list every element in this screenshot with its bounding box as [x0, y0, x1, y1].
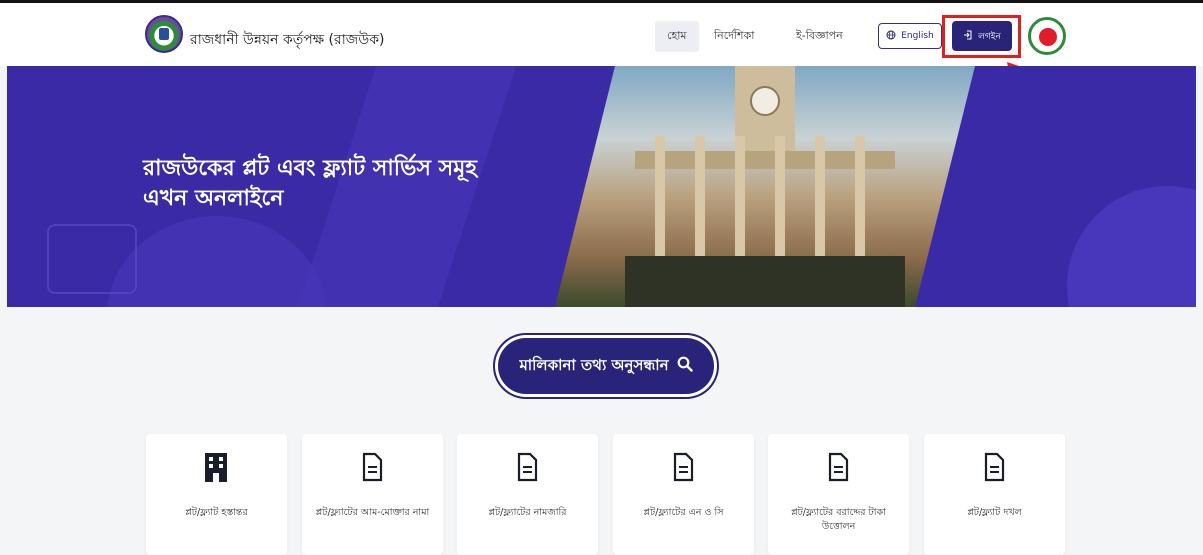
ownership-search-label: মালিকানা তথ্য অনুসন্ধান	[519, 355, 669, 374]
service-card-mutation[interactable]: প্লট/ফ্ল্যাটের নামজারি	[457, 434, 598, 555]
service-label: প্লট/ফ্ল্যাটের এন ও সি	[643, 507, 724, 518]
nav-home[interactable]: হোম	[655, 21, 699, 52]
service-card-plot-transfer[interactable]: প্লট/ফ্ল্যাট হস্তান্তর	[146, 434, 287, 555]
hero-title-line2: এখন অনলাইনে	[143, 186, 284, 211]
hero-banner: রাজউকের প্লট এবং ফ্ল্যাট সার্ভিস সমূহ এখ…	[7, 66, 1196, 307]
login-highlight-annotation	[942, 15, 1021, 58]
english-label: English	[901, 31, 934, 41]
language-english-button[interactable]: English	[878, 23, 942, 49]
rajuk-logo[interactable]	[145, 15, 183, 53]
building-icon	[203, 452, 229, 482]
nav-guidelines[interactable]: নির্দেশিকা	[714, 27, 754, 46]
document-icon	[514, 452, 540, 482]
hero-decor-blob	[107, 216, 327, 307]
rajuk-building-image	[555, 66, 975, 307]
document-icon	[670, 452, 696, 482]
monitor-cursor-icon	[47, 224, 137, 294]
service-card-possession[interactable]: প্লট/ফ্ল্যাট দখল	[924, 434, 1065, 555]
service-label: প্লট/ফ্ল্যাটের আম-মোক্তার নামা	[315, 507, 430, 518]
service-label: প্লট/ফ্ল্যাট দখল	[967, 507, 1022, 518]
service-label: প্লট/ফ্ল্যাটের নামজারি	[488, 507, 567, 518]
search-icon	[677, 356, 693, 376]
document-icon	[825, 452, 851, 482]
bangladesh-govt-emblem	[1028, 17, 1066, 55]
header: রাজধানী উন্নয়ন কর্তৃপক্ষ (রাজউক) হোম নি…	[0, 3, 1203, 66]
hero-decor-blob-right	[1067, 186, 1196, 307]
service-card-allotment-refund[interactable]: প্লট/ফ্ল্যাটের বরাদ্দের টাকা উত্তোলন	[768, 434, 909, 555]
hero-title-line1: রাজউকের প্লট এবং ফ্ল্যাট সার্ভিস সমূহ	[143, 156, 477, 181]
service-card-power-of-attorney[interactable]: প্লট/ফ্ল্যাটের আম-মোক্তার নামা	[302, 434, 443, 555]
service-label: প্লট/ফ্ল্যাট হস্তান্তর	[185, 507, 248, 518]
service-label: প্লট/ফ্ল্যাটের বরাদ্দের টাকা উত্তোলন	[791, 507, 886, 532]
service-card-noc[interactable]: প্লট/ফ্ল্যাটের এন ও সি	[613, 434, 754, 555]
brand-title[interactable]: রাজধানী উন্নয়ন কর্তৃপক্ষ (রাজউক)	[190, 28, 384, 52]
hero-title: রাজউকের প্লট এবং ফ্ল্যাট সার্ভিস সমূহ এখ…	[143, 154, 563, 214]
nav-e-advertisement[interactable]: ই-বিজ্ঞাপন	[796, 27, 843, 46]
ownership-search-button[interactable]: মালিকানা তথ্য অনুসন্ধান	[498, 338, 714, 394]
globe-icon	[886, 30, 896, 43]
document-icon	[981, 452, 1007, 482]
document-icon	[359, 452, 385, 482]
